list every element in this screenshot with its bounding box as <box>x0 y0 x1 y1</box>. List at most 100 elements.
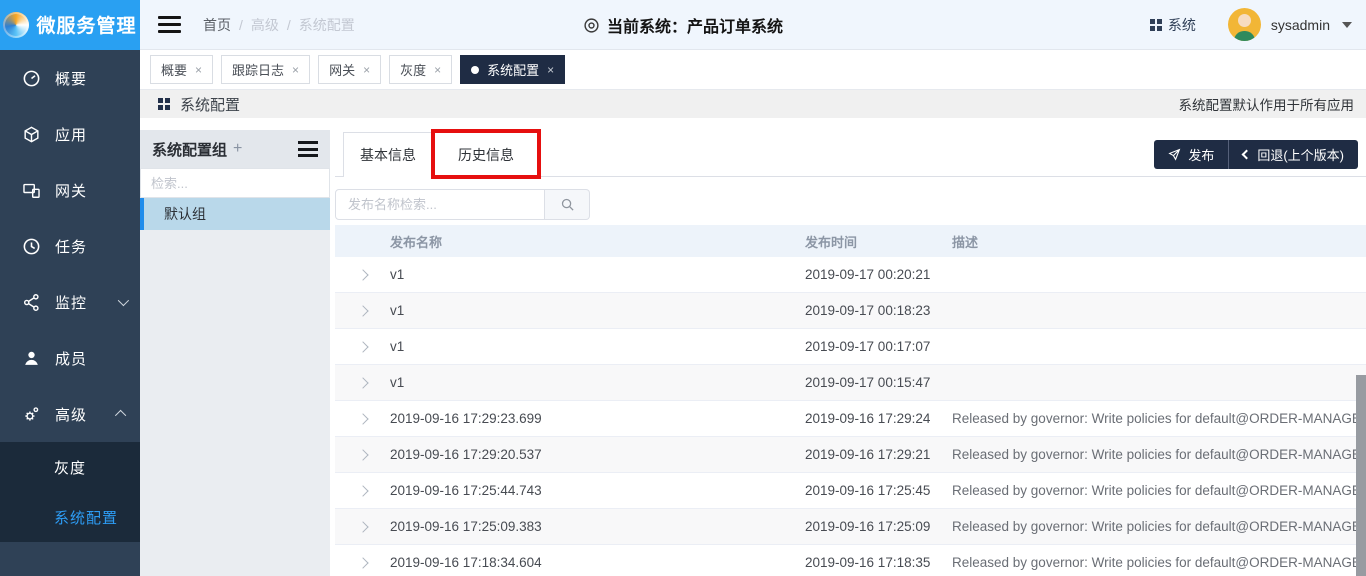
workspace-tab-gateway[interactable]: 网关 × <box>318 55 381 84</box>
tab-basic-info[interactable]: 基本信息 <box>343 132 433 177</box>
page-title: 系统配置 <box>180 94 240 115</box>
release-search-row <box>335 189 590 220</box>
expand-row-icon[interactable] <box>357 485 368 496</box>
table-row[interactable]: 2019-09-16 17:18:34.604 2019-09-16 17:18… <box>335 545 1366 576</box>
current-system-label: 当前系统：产品订单系统 <box>607 13 783 37</box>
workspace-tabstrip: 概要 × 跟踪日志 × 网关 × 灰度 × 系统配置 × <box>140 50 1366 90</box>
publish-label: 发布 <box>1188 145 1214 164</box>
sidebar-item-label: 监控 <box>55 292 87 313</box>
table-row[interactable]: v1 2019-09-17 00:15:47 <box>335 365 1366 401</box>
group-search-input[interactable] <box>151 176 327 191</box>
username-label[interactable]: sysadmin <box>1271 17 1330 33</box>
task-clock-icon <box>22 237 41 256</box>
table-row[interactable]: v1 2019-09-17 00:18:23 <box>335 293 1366 329</box>
tab-history-info[interactable]: 历史信息 <box>433 132 539 177</box>
sidebar-item-system-config[interactable]: 系统配置 <box>0 492 140 542</box>
sidebar-item-label: 高级 <box>55 404 87 425</box>
avatar[interactable] <box>1228 8 1261 41</box>
add-group-button[interactable]: + <box>233 140 242 158</box>
config-group-panel: 系统配置组 + 默认组 <box>140 130 330 576</box>
breadcrumb-advanced[interactable]: 高级 <box>251 15 279 35</box>
sidebar-item-label: 网关 <box>55 180 87 201</box>
chevron-down-icon <box>118 295 129 306</box>
expand-row-icon[interactable] <box>357 341 368 352</box>
member-icon <box>22 349 41 368</box>
config-group-header: 系统配置组 + <box>140 130 330 168</box>
expand-row-icon[interactable] <box>357 305 368 316</box>
tab-label: 概要 <box>161 60 187 79</box>
menu-toggle-icon[interactable] <box>158 12 181 37</box>
close-icon[interactable]: × <box>434 63 441 77</box>
app-logo[interactable]: 微服务管理 <box>0 0 140 50</box>
sidebar-item-grayscale[interactable]: 灰度 <box>0 442 140 492</box>
active-dot-icon <box>471 66 479 74</box>
scrollbar-thumb[interactable] <box>1356 375 1366 576</box>
logo-text: 微服务管理 <box>36 11 136 38</box>
advanced-gear-icon <box>22 405 41 424</box>
table-row[interactable]: 2019-09-16 17:25:44.743 2019-09-16 17:25… <box>335 473 1366 509</box>
table-row[interactable]: 2019-09-16 17:29:20.537 2019-09-16 17:29… <box>335 437 1366 473</box>
group-search-box <box>140 168 330 198</box>
system-menu-button[interactable]: 系统 <box>1150 15 1196 35</box>
sidebar-item-advanced[interactable]: 高级 <box>0 386 140 442</box>
expand-row-icon[interactable] <box>357 521 368 532</box>
breadcrumb-current: 系统配置 <box>299 15 355 35</box>
sidebar-item-members[interactable]: 成员 <box>0 330 140 386</box>
release-search-input[interactable] <box>335 189 545 220</box>
page-grid-icon <box>158 98 170 110</box>
table-row[interactable]: v1 2019-09-17 00:20:21 <box>335 257 1366 293</box>
grid-icon <box>1150 19 1162 31</box>
publish-icon <box>1168 148 1181 161</box>
page-header: 系统配置 系统配置默认作用于所有应用 <box>140 90 1366 118</box>
page-note: 系统配置默认作用于所有应用 <box>1179 94 1355 114</box>
caret-down-icon[interactable] <box>1342 22 1352 28</box>
col-description: 描述 <box>952 232 1366 251</box>
tab-label: 系统配置 <box>487 60 539 79</box>
expand-row-icon[interactable] <box>357 269 368 280</box>
table-row[interactable]: v1 2019-09-17 00:17:07 <box>335 329 1366 365</box>
expand-row-icon[interactable] <box>357 377 368 388</box>
release-search-button[interactable] <box>545 189 590 220</box>
breadcrumb-home[interactable]: 首页 <box>203 15 231 35</box>
tab-label: 网关 <box>329 60 355 79</box>
monitor-icon <box>22 293 41 312</box>
workspace-tab-grayscale[interactable]: 灰度 × <box>389 55 452 84</box>
sidebar-item-label: 应用 <box>55 124 87 145</box>
sidebar-item-overview[interactable]: 概要 <box>0 50 140 106</box>
gateway-icon <box>22 181 41 200</box>
close-icon[interactable]: × <box>292 63 299 77</box>
table-row[interactable]: 2019-09-16 17:25:09.383 2019-09-16 17:25… <box>335 509 1366 545</box>
expand-row-icon[interactable] <box>357 413 368 424</box>
breadcrumb-separator: / <box>287 17 291 33</box>
sidebar-item-applications[interactable]: 应用 <box>0 106 140 162</box>
sidebar-item-gateway[interactable]: 网关 <box>0 162 140 218</box>
workspace-tab-trace-log[interactable]: 跟踪日志 × <box>221 55 310 84</box>
close-icon[interactable]: × <box>195 63 202 77</box>
close-icon[interactable]: × <box>363 63 370 77</box>
table-row[interactable]: 2019-09-16 17:29:23.699 2019-09-16 17:29… <box>335 401 1366 437</box>
history-table: 发布名称 发布时间 描述 v1 2019-09-17 00:20:21 v1 2… <box>335 225 1366 576</box>
group-item-default[interactable]: 默认组 <box>140 198 330 230</box>
sidebar-item-tasks[interactable]: 任务 <box>0 218 140 274</box>
expand-row-icon[interactable] <box>357 557 368 568</box>
publish-button[interactable]: 发布 <box>1154 140 1229 169</box>
search-icon <box>560 197 575 212</box>
sidebar-item-monitoring[interactable]: 监控 <box>0 274 140 330</box>
workspace-tab-overview[interactable]: 概要 × <box>150 55 213 84</box>
collapse-panel-icon[interactable] <box>298 138 318 161</box>
action-buttons: 发布 回退(上个版本) <box>1154 140 1358 169</box>
vertical-scrollbar <box>1356 375 1366 576</box>
top-bar: 微服务管理 首页 / 高级 / 系统配置 当前系统：产品订单系统 系统 sysa… <box>0 0 1366 50</box>
rollback-button[interactable]: 回退(上个版本) <box>1229 140 1358 169</box>
sidebar-item-label: 成员 <box>55 348 87 369</box>
col-release-name: 发布名称 <box>390 232 805 251</box>
sidebar-item-label: 任务 <box>55 236 87 257</box>
chevron-left-icon <box>1242 150 1252 160</box>
config-group-title: 系统配置组 <box>152 139 227 160</box>
tab-label: 灰度 <box>400 60 426 79</box>
eye-icon <box>583 17 600 34</box>
logo-swirl-icon <box>3 12 29 38</box>
close-icon[interactable]: × <box>547 63 554 77</box>
workspace-tab-system-config[interactable]: 系统配置 × <box>460 55 565 84</box>
expand-row-icon[interactable] <box>357 449 368 460</box>
